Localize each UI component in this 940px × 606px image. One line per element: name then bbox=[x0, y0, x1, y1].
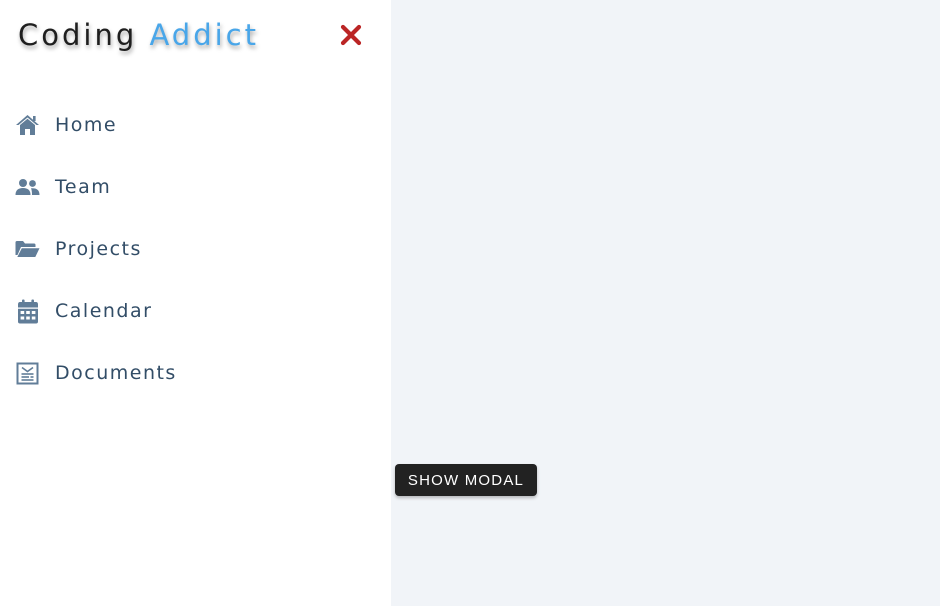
show-modal-button[interactable]: SHOW MODAL bbox=[395, 464, 537, 496]
logo-text-accent: Addict bbox=[149, 18, 259, 52]
sidebar-nav: Home Team Projects Calendar Documents bbox=[0, 94, 391, 404]
document-icon bbox=[15, 361, 40, 386]
sidebar: Coding Addict Home Team Projects Calenda… bbox=[0, 0, 391, 606]
close-sidebar-button[interactable] bbox=[339, 24, 363, 48]
sidebar-item-calendar[interactable]: Calendar bbox=[0, 280, 391, 342]
sidebar-item-label: Calendar bbox=[55, 300, 153, 322]
close-icon bbox=[340, 24, 362, 46]
sidebar-item-label: Home bbox=[55, 114, 118, 136]
sidebar-item-label: Team bbox=[55, 176, 112, 198]
sidebar-item-label: Projects bbox=[55, 238, 142, 260]
logo: Coding Addict bbox=[18, 18, 259, 52]
sidebar-item-projects[interactable]: Projects bbox=[0, 218, 391, 280]
app: Coding Addict Home Team Projects Calenda… bbox=[0, 0, 940, 606]
folder-open-icon bbox=[15, 237, 40, 262]
logo-text-primary: Coding bbox=[18, 18, 138, 52]
users-icon bbox=[15, 175, 40, 200]
home-icon bbox=[15, 113, 40, 138]
calendar-icon bbox=[15, 299, 40, 324]
sidebar-item-documents[interactable]: Documents bbox=[0, 342, 391, 404]
sidebar-item-home[interactable]: Home bbox=[0, 94, 391, 156]
sidebar-header: Coding Addict bbox=[18, 14, 373, 58]
sidebar-item-label: Documents bbox=[55, 362, 177, 384]
sidebar-item-team[interactable]: Team bbox=[0, 156, 391, 218]
